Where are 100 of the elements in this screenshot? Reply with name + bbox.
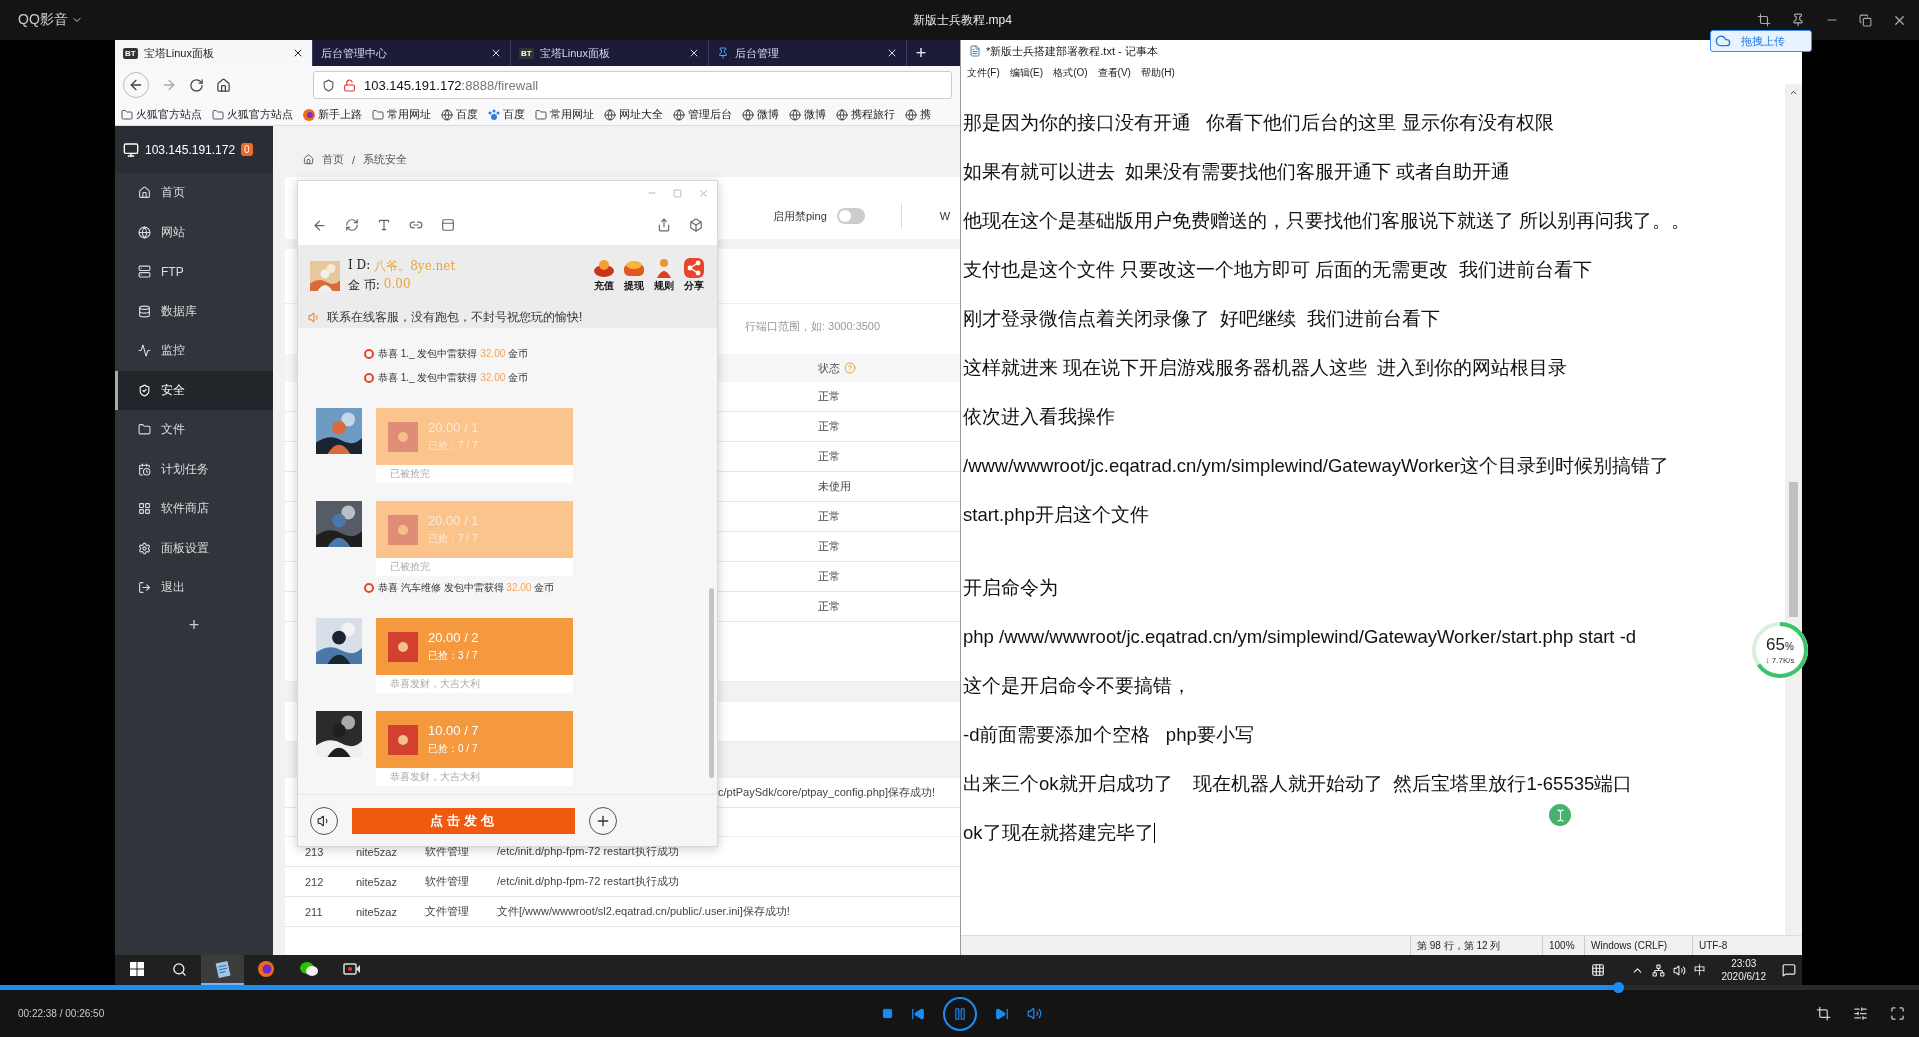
home-icon[interactable] <box>216 77 231 93</box>
log-cell: c/ptPaySdk/core/ptpay_config.php]保存成功! <box>718 785 936 800</box>
packet-amount: 20.00 / 2 <box>428 630 479 645</box>
action-button[interactable]: 充值 <box>593 258 615 293</box>
back-icon[interactable] <box>312 217 327 233</box>
scrollbar-thumb[interactable] <box>1789 482 1798 617</box>
notification-icon[interactable] <box>1782 963 1796 977</box>
network-icon[interactable] <box>1651 963 1665 977</box>
bookmark[interactable]: 网址大全 <box>604 107 663 122</box>
bookmark[interactable]: 微博 <box>742 107 779 122</box>
status-cell: 未使用 <box>818 479 851 494</box>
action-button[interactable]: 提现 <box>623 258 645 293</box>
pin-icon[interactable] <box>1791 13 1805 27</box>
close-icon[interactable] <box>292 47 304 59</box>
bookmark[interactable]: 火狐官方站点 <box>212 107 293 122</box>
text-line: 刚才登录微信点着关闭录像了 好吧继续 我们进前台看下 <box>963 307 1440 331</box>
close-icon[interactable] <box>886 47 898 59</box>
sidebar-item[interactable]: FTP <box>115 252 273 292</box>
menu-item[interactable]: 编辑(E) <box>1009 66 1044 80</box>
sidebar-item[interactable]: 数据库 <box>115 291 273 331</box>
screenshot-icon[interactable] <box>1816 1006 1831 1021</box>
bookmark[interactable]: 百度 <box>488 107 525 122</box>
bookmark[interactable]: 管理后台 <box>673 107 732 122</box>
sidebar-item[interactable]: 面板设置 <box>115 528 273 568</box>
taskbar-app[interactable] <box>201 955 244 985</box>
firefox-icon <box>256 960 275 978</box>
reload-icon[interactable] <box>189 77 204 93</box>
bookmark[interactable]: 常用网址 <box>372 107 431 122</box>
close-icon[interactable] <box>490 47 502 59</box>
restore-icon[interactable] <box>1859 13 1872 27</box>
globe-icon <box>789 108 801 121</box>
globe-icon <box>673 108 685 121</box>
cube-icon[interactable] <box>689 218 703 232</box>
fullscreen-icon[interactable] <box>1890 1006 1905 1021</box>
text-line: -d前面需要添加个空格 php要小写 <box>963 723 1254 747</box>
menu-item[interactable]: 查看(V) <box>1097 66 1131 80</box>
sidebar-item[interactable]: 监控 <box>115 331 273 371</box>
next-icon[interactable] <box>994 1006 1009 1021</box>
browser-tab[interactable]: BT 宝塔Linux面板 <box>115 40 313 66</box>
recorder-icon <box>342 961 361 977</box>
address-bar[interactable]: 103.145.191.172:8888/firewall <box>313 71 952 99</box>
bookmark[interactable]: 百度 <box>441 107 478 122</box>
previous-icon[interactable] <box>910 1006 925 1021</box>
bookmark[interactable]: 常用网址 <box>535 107 594 122</box>
menu-item[interactable]: 文件(F) <box>967 66 1000 80</box>
bookmark[interactable]: 微博 <box>789 107 826 122</box>
screenshot-icon[interactable] <box>1757 13 1771 27</box>
treasure-icon <box>623 258 645 278</box>
bookmark[interactable]: 携 <box>905 107 931 122</box>
ping-toggle[interactable] <box>836 208 865 224</box>
volume-icon[interactable] <box>1672 963 1686 977</box>
upload-badge[interactable]: 拖拽上传 <box>1710 30 1812 52</box>
speed-meter: 65% ↓ 7.7K/s <box>1750 620 1810 680</box>
add-button[interactable]: + <box>182 613 206 637</box>
font-icon[interactable] <box>377 218 391 232</box>
sidebar-item[interactable]: 网站 <box>115 212 273 252</box>
refresh-icon[interactable] <box>345 218 359 232</box>
clock[interactable]: 23:03 2020/6/12 <box>1713 957 1774 983</box>
bookmark[interactable]: 火狐官方站点 <box>121 107 202 122</box>
scrollbar-thumb[interactable] <box>709 588 714 778</box>
new-tab-button[interactable]: + <box>907 40 935 66</box>
close-icon[interactable] <box>688 47 700 59</box>
action-button[interactable]: 规则 <box>653 258 675 293</box>
sidebar-item[interactable]: 安全 <box>115 370 273 410</box>
folder-icon <box>121 108 133 121</box>
scroll-up-icon[interactable] <box>1789 88 1798 97</box>
sidebar-item[interactable]: 软件商店 <box>115 489 273 529</box>
share-icon[interactable] <box>657 218 671 232</box>
video-title: 新版士兵教程.mp4 <box>913 11 1012 29</box>
text-line: ok了现在就搭建完毕了 <box>963 821 1154 845</box>
bookmark[interactable]: 携程旅行 <box>836 107 895 122</box>
log-user-cell-text: nite5zaz <box>356 845 398 858</box>
packet-amount: 20.00 / 1 <box>428 420 479 435</box>
stop-icon[interactable] <box>881 1008 893 1019</box>
speaker-icon <box>308 310 321 324</box>
input-method[interactable]: 中 <box>1693 961 1706 979</box>
window-icon[interactable] <box>441 218 455 232</box>
settings-icon[interactable] <box>1853 1006 1868 1021</box>
packet-caption: 恭喜发财，大吉大利 <box>376 675 573 693</box>
status-cell: 正常 <box>818 539 840 554</box>
menu-item[interactable]: 帮助(H) <box>1140 66 1175 80</box>
app-menu[interactable]: QQ影音 <box>18 11 914 29</box>
bookmark[interactable]: 新手上路 <box>303 107 362 122</box>
folder-icon <box>138 423 151 437</box>
link-icon[interactable] <box>409 218 423 232</box>
server-address: 103.145.191.172 <box>145 142 236 157</box>
sidebar-item[interactable]: 文件 <box>115 410 273 450</box>
pause-button[interactable] <box>942 996 977 1031</box>
sidebar-item[interactable]: 首页 <box>115 173 273 213</box>
text-line: 支付也是这个文件 只要改这一个地方即可 后面的无需更改 我们进前台看下 <box>963 258 1592 282</box>
text-line: 他现在这个是基础版用户免费赠送的，只要找他们客服说下就送了 所以别再问我了。。 <box>963 209 1691 233</box>
envelope-icon <box>388 421 418 452</box>
menu-item[interactable]: 格式(O) <box>1053 66 1088 80</box>
grid-icon[interactable] <box>1590 963 1605 977</box>
sidebar-item[interactable]: 计划任务 <box>115 449 273 489</box>
sidebar-item[interactable]: 退出 <box>115 568 273 608</box>
action-button[interactable]: 分享 <box>683 258 705 293</box>
envelope-icon <box>388 631 418 662</box>
breadcrumb-link[interactable]: 首页 <box>322 152 344 167</box>
notepad-icon <box>213 960 232 978</box>
